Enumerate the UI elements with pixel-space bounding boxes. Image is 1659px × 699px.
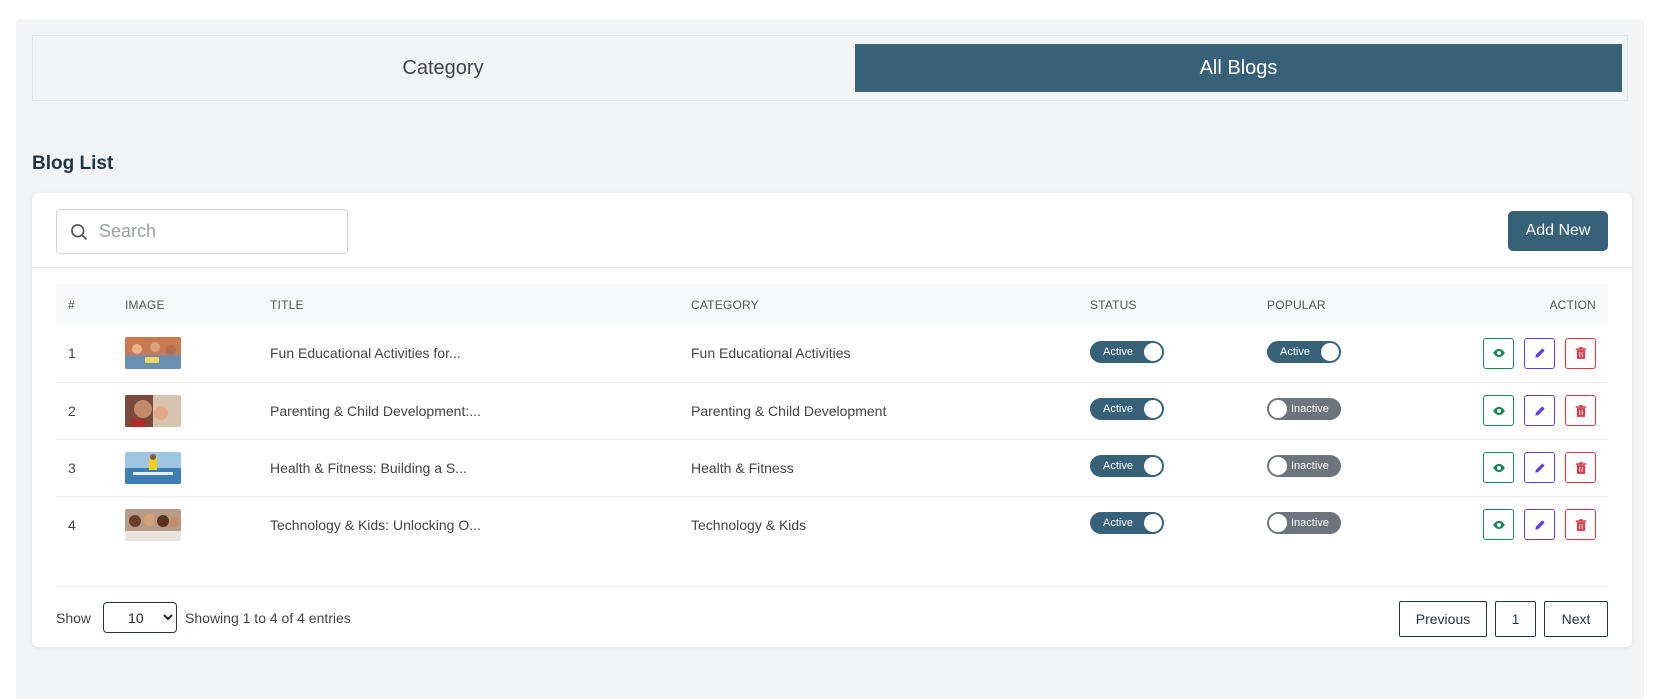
divider [32,267,1632,268]
search-icon [71,223,88,240]
blog-category: Technology & Kids [691,516,807,533]
blog-thumbnail [125,394,181,427]
toggle-knob [1144,514,1162,533]
col-header-image: IMAGE [125,297,165,312]
toggle-knob [1144,342,1162,361]
blog-table: # IMAGE TITLE CATEGORY STATUS POPULAR AC… [56,284,1608,553]
page-size-select[interactable]: 10 [103,602,178,633]
toggle-knob [1269,457,1287,475]
page-container: Category All Blogs Blog List Add New # I… [16,19,1644,699]
blog-title: Health & Fitness: Building a S... [270,459,467,476]
table-row: 3 Health & Fitness: Building a S... Heal… [56,439,1608,496]
popular-toggle-label: Inactive [1291,403,1329,415]
trash-icon [1575,518,1586,531]
delete-button[interactable] [1565,509,1596,541]
page-number-button[interactable]: 1 [1495,601,1536,637]
search-input[interactable] [99,221,339,242]
status-toggle-label: Active [1103,517,1133,530]
eye-icon [1492,349,1505,358]
delete-button[interactable] [1565,337,1596,369]
eye-icon [1492,463,1505,472]
show-label: Show [56,609,92,626]
blog-title: Fun Educational Activities for... [270,345,461,362]
popular-toggle[interactable]: Active [1267,340,1341,363]
blog-thumbnail [125,508,181,541]
table-header-row: # IMAGE TITLE CATEGORY STATUS POPULAR AC… [56,284,1608,325]
delete-button[interactable] [1565,452,1596,483]
status-toggle[interactable]: Active [1090,455,1164,477]
col-header-action: ACTION [1549,297,1596,312]
pencil-icon [1534,348,1545,358]
status-toggle-label: Active [1103,460,1133,472]
edit-button[interactable] [1524,509,1556,541]
search-box [56,209,348,254]
tab-bar: Category All Blogs [32,35,1628,101]
pencil-icon [1534,520,1545,530]
status-toggle[interactable]: Active [1090,512,1164,535]
popular-toggle-label: Inactive [1291,460,1329,472]
col-header-category: CATEGORY [691,297,759,312]
table-row: 1 Fun Educational Activities for... Fun … [56,325,1608,382]
tab-category[interactable]: Category [33,36,853,100]
col-header-popular: POPULAR [1267,297,1326,312]
toggle-knob [1144,400,1162,418]
status-toggle[interactable]: Active [1090,398,1164,420]
pencil-icon [1534,405,1545,416]
status-toggle-label: Active [1103,345,1133,358]
edit-button[interactable] [1524,337,1556,369]
status-toggle-label: Active [1103,403,1133,415]
view-button[interactable] [1483,395,1515,426]
view-button[interactable] [1483,337,1515,369]
status-toggle[interactable]: Active [1090,340,1164,363]
col-header-status: STATUS [1090,297,1137,312]
edit-button[interactable] [1524,395,1556,426]
row-number: 2 [68,402,76,419]
blog-category: Parenting & Child Development [691,402,887,419]
blog-title: Technology & Kids: Unlocking O... [270,516,481,533]
view-button[interactable] [1483,452,1515,483]
popular-toggle-label: Inactive [1291,517,1329,530]
row-number: 3 [68,459,76,476]
popular-toggle[interactable]: Inactive [1267,398,1341,420]
next-page-button[interactable]: Next [1544,601,1608,637]
page-title: Blog List [32,153,114,174]
trash-icon [1575,347,1586,360]
row-number: 1 [68,345,76,362]
trash-icon [1575,404,1586,417]
popular-toggle-label: Active [1280,345,1310,358]
blog-category: Health & Fitness [691,459,794,476]
eye-icon [1492,520,1505,529]
tab-all-blogs[interactable]: All Blogs [855,44,1622,92]
divider [56,586,1608,587]
col-header-number: # [68,297,75,312]
col-header-title: TITLE [270,297,304,312]
blog-thumbnail [125,337,181,370]
previous-page-button[interactable]: Previous [1399,601,1487,637]
pagination: Previous 1 Next [1399,601,1608,637]
blog-category: Fun Educational Activities [691,345,851,362]
popular-toggle[interactable]: Inactive [1267,512,1341,535]
table-row: 2 Parenting & Child Development:... Pare… [56,382,1608,439]
popular-toggle[interactable]: Inactive [1267,455,1341,477]
blog-thumbnail [125,451,181,484]
row-number: 4 [68,516,76,533]
entries-info: Showing 1 to 4 of 4 entries [185,609,351,626]
toggle-knob [1269,400,1287,418]
toggle-knob [1144,457,1162,475]
view-button[interactable] [1483,509,1515,541]
trash-icon [1575,461,1586,474]
pencil-icon [1534,462,1545,473]
toggle-knob [1321,342,1339,361]
edit-button[interactable] [1524,452,1556,483]
blog-list-card: Add New # IMAGE TITLE CATEGORY STATUS PO… [32,193,1632,647]
blog-title: Parenting & Child Development:... [270,402,481,419]
table-footer-info: Show 10 Showing 1 to 4 of 4 entries [56,602,351,633]
add-new-button[interactable]: Add New [1508,211,1608,251]
table-row: 4 Technology & Kids: Unlocking O... Tech… [56,496,1608,553]
eye-icon [1492,406,1505,415]
delete-button[interactable] [1565,395,1596,426]
toggle-knob [1269,514,1287,533]
